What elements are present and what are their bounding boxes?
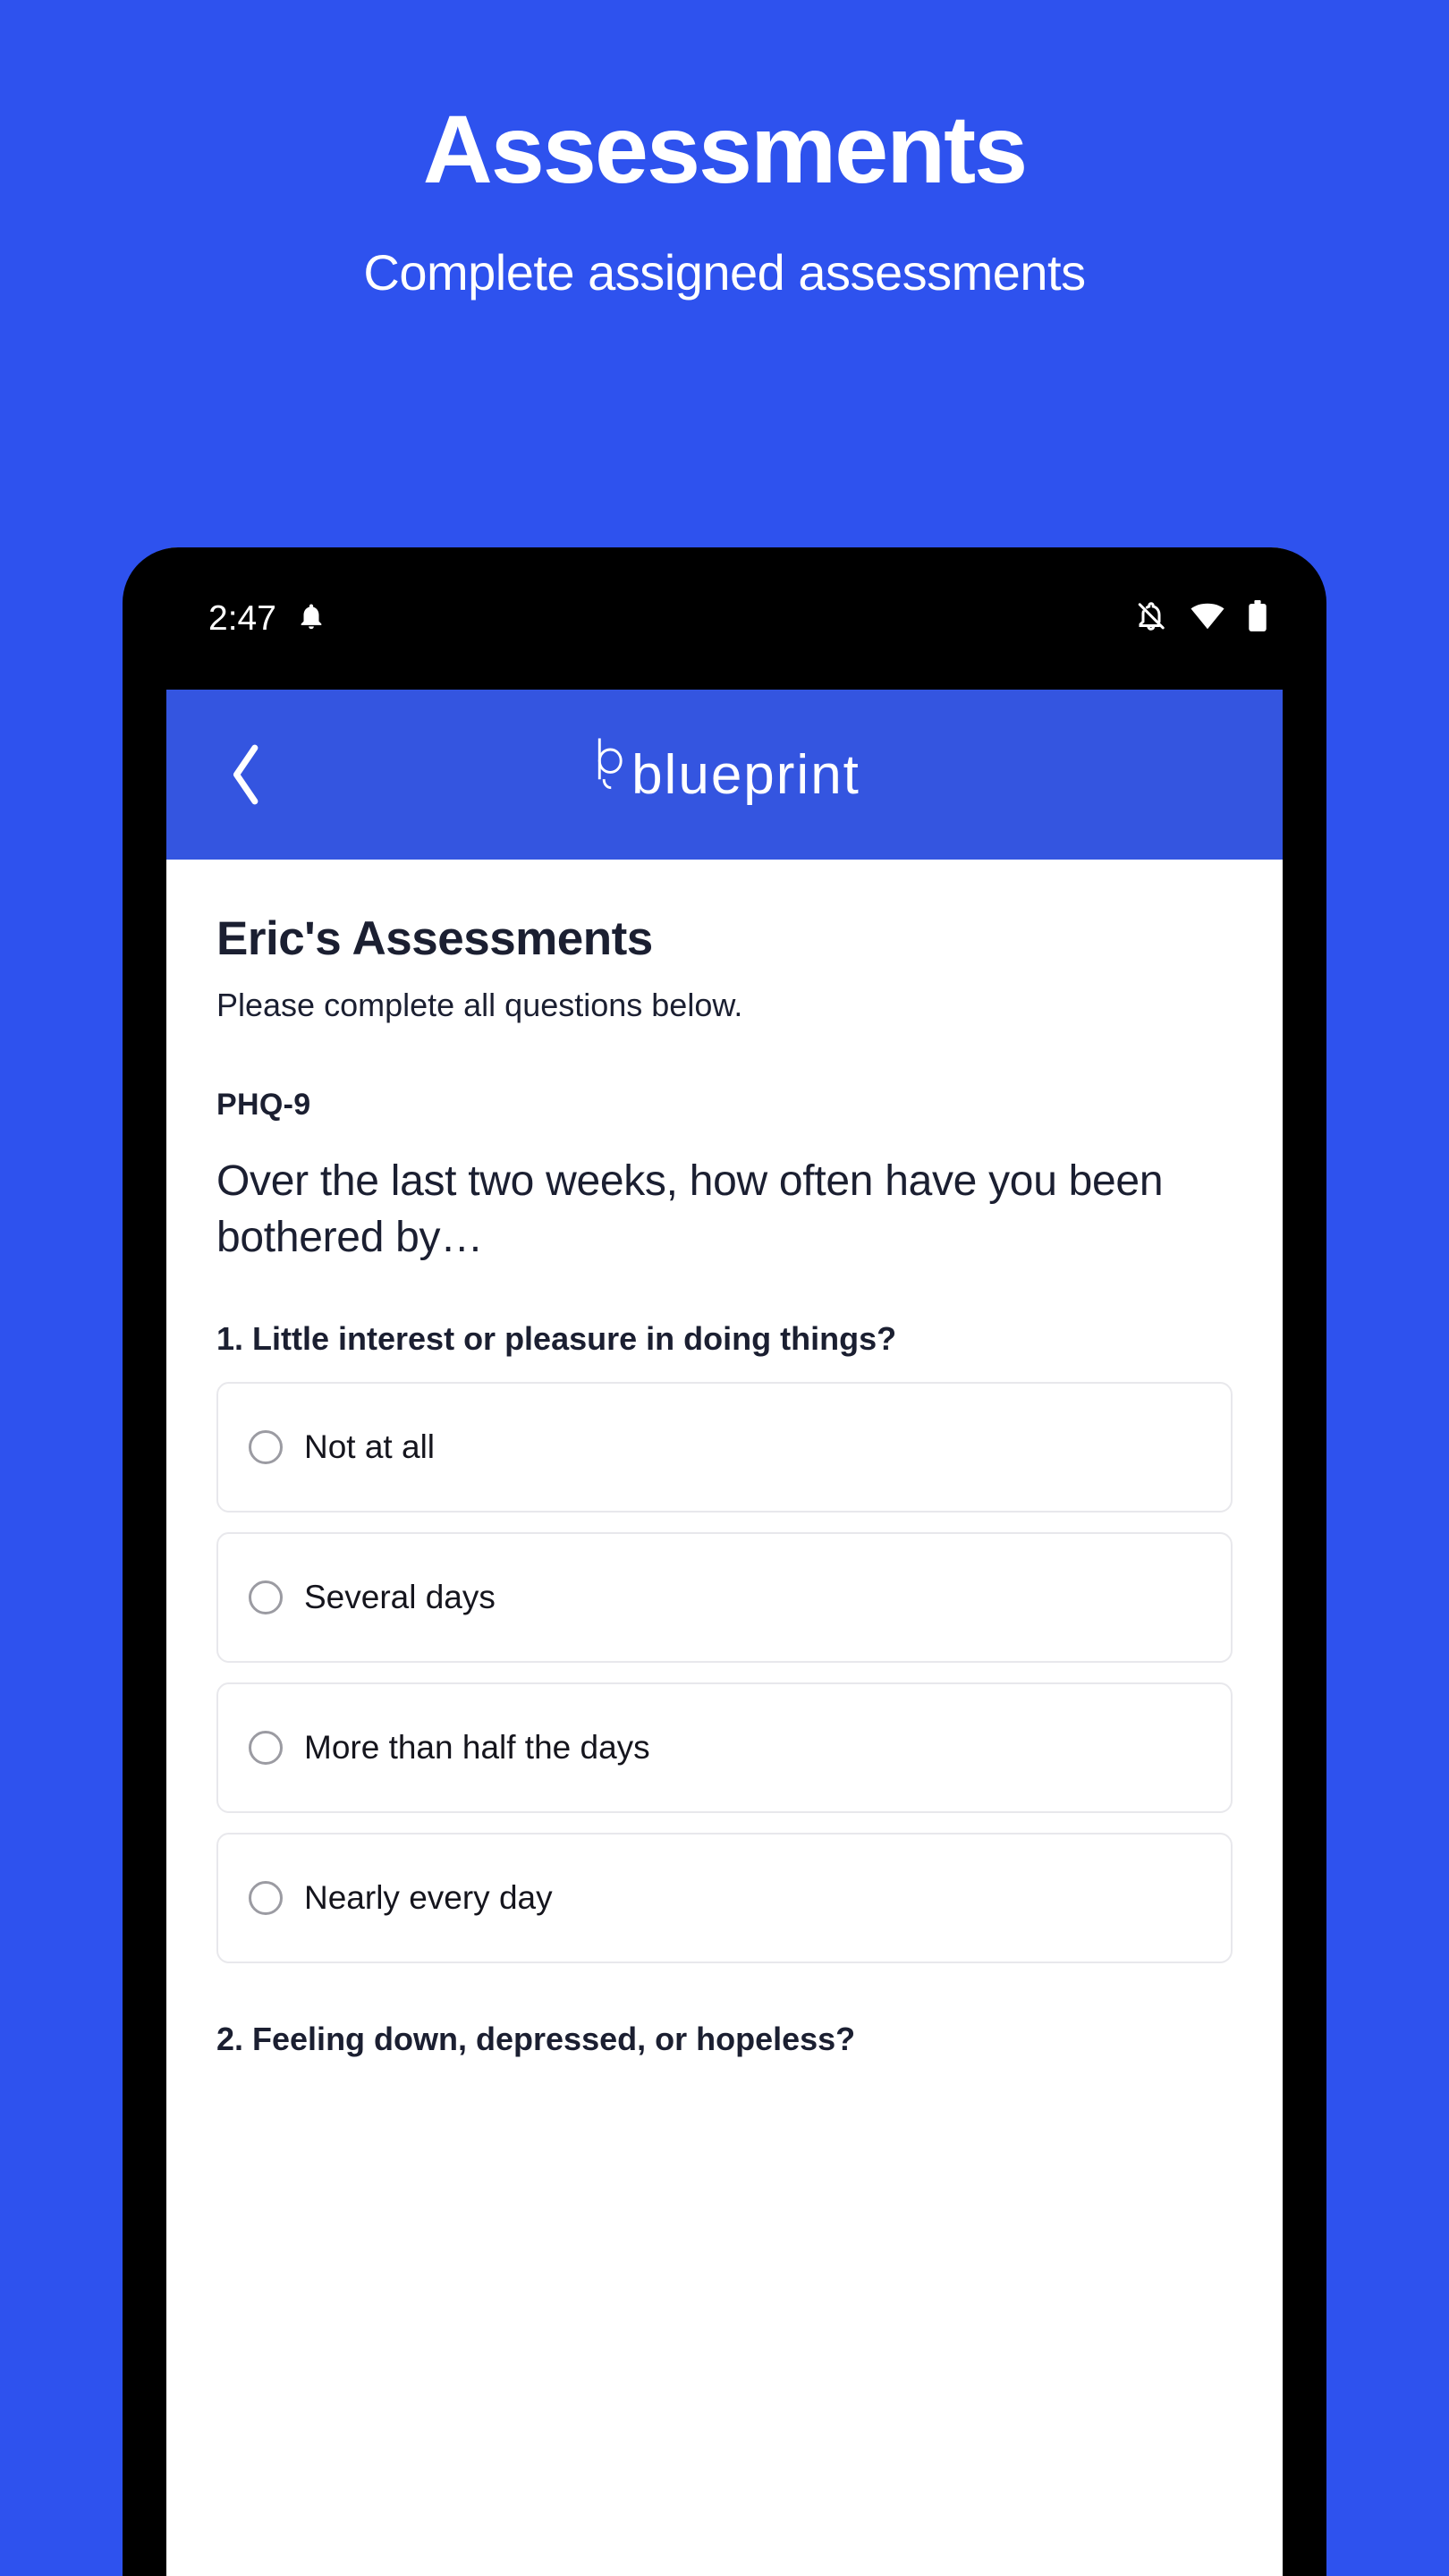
option-label: More than half the days xyxy=(304,1728,650,1766)
option-card[interactable]: More than half the days xyxy=(216,1682,1233,1813)
bell-icon xyxy=(296,601,326,636)
blueprint-logo: blueprint xyxy=(166,734,1283,816)
question-1-text: 1. Little interest or pleasure in doing … xyxy=(216,1319,897,1357)
option-card[interactable]: Several days xyxy=(216,1531,1233,1663)
radio-unchecked-icon[interactable] xyxy=(249,1429,283,1464)
promo-title: Assessments xyxy=(422,95,1028,203)
blueprint-b-mark xyxy=(589,734,630,816)
app-bar: blueprint xyxy=(166,690,1283,860)
bell-off-icon xyxy=(1135,600,1167,637)
chevron-left-icon xyxy=(233,744,258,805)
phone-device-frame: 2:47 blueprint Eric's Assessments Please… xyxy=(123,547,1326,2576)
question-2-text: 2. Feeling down, depressed, or hopeless? xyxy=(216,2020,856,2057)
option-label: Nearly every day xyxy=(304,1878,553,1916)
promo-subtitle: Complete assigned assessments xyxy=(363,244,1086,301)
radio-unchecked-icon[interactable] xyxy=(249,1730,283,1765)
page-subtitle: Please complete all questions below. xyxy=(216,987,743,1024)
option-label: Not at all xyxy=(304,1428,436,1465)
assessment-prompt: Over the last two weeks, how often have … xyxy=(216,1157,1164,1262)
phone-screen: 2:47 blueprint Eric's Assessments Please… xyxy=(166,547,1283,2576)
option-card[interactable]: Not at all xyxy=(216,1381,1233,1513)
assessment-content: Eric's Assessments Please complete all q… xyxy=(166,860,1283,2576)
battery-icon xyxy=(1248,600,1267,637)
question-1-options: Not at all Several days More than half t… xyxy=(216,1381,1233,1963)
status-bar-right xyxy=(1135,600,1267,637)
status-bar-left: 2:47 xyxy=(208,599,326,639)
option-label: Several days xyxy=(304,1578,496,1615)
option-card[interactable]: Nearly every day xyxy=(216,1832,1233,1963)
radio-unchecked-icon[interactable] xyxy=(249,1580,283,1614)
back-button[interactable] xyxy=(202,732,288,818)
measure-name: PHQ-9 xyxy=(216,1088,311,1123)
wifi-icon xyxy=(1191,603,1224,634)
blueprint-wordmark: blueprint xyxy=(631,743,860,806)
status-bar: 2:47 xyxy=(166,547,1283,690)
radio-unchecked-icon[interactable] xyxy=(249,1880,283,1915)
status-bar-clock: 2:47 xyxy=(208,598,276,638)
promo-header: Assessments Complete assigned assessment… xyxy=(0,0,1449,303)
page-title: Eric's Assessments xyxy=(216,912,653,965)
